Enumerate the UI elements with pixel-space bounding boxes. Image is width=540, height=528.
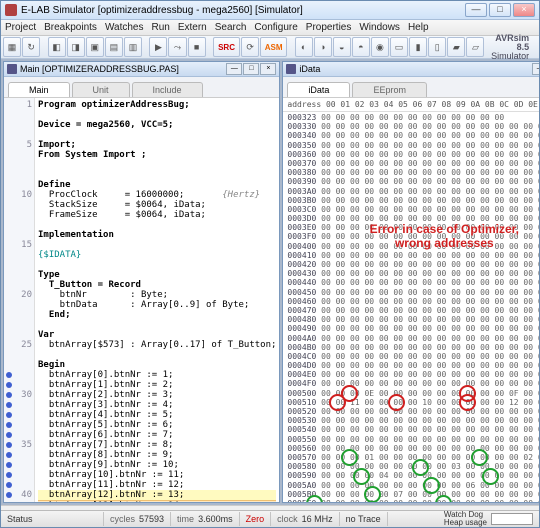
tool-icon[interactable]: ◉ [371,37,389,57]
tool-icon[interactable]: ◨ [67,37,85,57]
tab-main[interactable]: Main [8,82,70,97]
asm-button[interactable]: ASM [260,37,287,57]
menu-run[interactable]: Run [151,22,169,33]
status-clock: clock16 MHz [271,512,340,526]
tab-eeprom[interactable]: EEprom [352,82,427,97]
menu-windows[interactable]: Windows [359,22,400,33]
run-icon[interactable]: ▶ [149,37,167,57]
tool-icon[interactable]: ◒ [333,37,351,57]
minimize-button[interactable]: — [465,3,487,17]
menu-search[interactable]: Search [215,22,247,33]
idata-titlebar[interactable]: iData — □ × [283,62,539,77]
tool-icon[interactable]: ▮ [409,37,427,57]
mem-icon [286,64,296,74]
idata-window: iData — □ × iData EEprom address 00 01 0… [282,61,539,503]
menu-configure[interactable]: Configure [254,22,297,33]
tool-icon[interactable]: ▦ [3,37,21,57]
tool-icon[interactable]: ◧ [48,37,66,57]
tool-icon[interactable]: ▤ [105,37,123,57]
tab-idata[interactable]: iData [287,82,350,97]
hex-header: address 00 01 02 03 04 05 06 07 08 09 0A… [283,98,539,112]
menu-watches[interactable]: Watches [105,22,144,33]
heap-meter [491,513,533,525]
code-editor[interactable]: 151015202530354045 Program optimizerAddr… [4,98,279,502]
window-title: E-LAB Simulator [optimizeraddressbug - m… [21,5,465,16]
code-titlebar[interactable]: Main [OPTIMIZERADDRESSBUG.PAS] — □ × [4,62,279,77]
step-icon[interactable]: ⤳ [168,37,186,57]
menu-properties[interactable]: Properties [306,22,352,33]
status-cycles: cycles57593 [104,512,171,526]
tool-icon[interactable]: ▰ [447,37,465,57]
workspace: Main [OPTIMIZERADDRESSBUG.PAS] — □ × Mai… [1,59,539,505]
menubar: Project Breakpoints Watches Run Extern S… [1,20,539,36]
child-close-button[interactable]: × [260,63,276,75]
close-button[interactable]: × [513,3,535,17]
menu-extern[interactable]: Extern [178,22,207,33]
tool-icon[interactable]: ▥ [124,37,142,57]
app-icon [5,4,17,16]
tab-include[interactable]: Include [132,82,203,97]
child-min-button[interactable]: — [226,63,242,75]
doc-icon [7,64,17,74]
hex-view[interactable]: Error in case of Optimizer, wrong addres… [283,112,539,502]
child-min-button[interactable]: — [532,63,539,75]
status-label: Status [1,512,104,526]
menu-breakpoints[interactable]: Breakpoints [44,22,97,33]
status-trace: no Trace [340,512,388,526]
tool-icon[interactable]: ▱ [466,37,484,57]
status-zero[interactable]: Zero [240,512,272,526]
tool-icon[interactable]: ◐ [295,37,313,57]
tool-icon[interactable]: ⟳ [241,37,259,57]
idata-tabs: iData EEprom [283,77,539,98]
simulator-label: AVRsim 8.5Simulator [485,34,537,61]
menu-project[interactable]: Project [5,22,36,33]
menu-help[interactable]: Help [408,22,429,33]
idata-title: iData [299,64,532,74]
tool-icon[interactable]: ▣ [86,37,104,57]
code-tabs: Main Unit Include [4,77,279,98]
stop-icon[interactable]: ■ [188,37,206,57]
tool-icon[interactable]: ▯ [428,37,446,57]
titlebar[interactable]: E-LAB Simulator [optimizeraddressbug - m… [1,1,539,20]
main-window: E-LAB Simulator [optimizeraddressbug - m… [0,0,540,528]
src-button[interactable]: SRC [213,37,240,57]
tab-unit[interactable]: Unit [72,82,130,97]
toolbar: ▦ ↻ ◧ ◨ ▣ ▤ ▥ ▶ ⤳ ■ SRC ⟳ ASM ◐ ◑ ◒ ◓ ◉ … [1,36,539,59]
status-watchdog: Watch DogHeap usage [438,512,539,526]
maximize-button[interactable]: □ [489,3,511,17]
tool-icon[interactable]: ◑ [314,37,332,57]
statusbar: Status cycles57593 time3.600ms Zero cloc… [1,510,539,527]
tool-icon[interactable]: ▭ [390,37,408,57]
tool-icon[interactable]: ↻ [22,37,40,57]
child-max-button[interactable]: □ [243,63,259,75]
code-title: Main [OPTIMIZERADDRESSBUG.PAS] [20,64,226,74]
tool-icon[interactable]: ◓ [352,37,370,57]
code-window: Main [OPTIMIZERADDRESSBUG.PAS] — □ × Mai… [3,61,280,503]
status-time: time3.600ms [171,512,240,526]
